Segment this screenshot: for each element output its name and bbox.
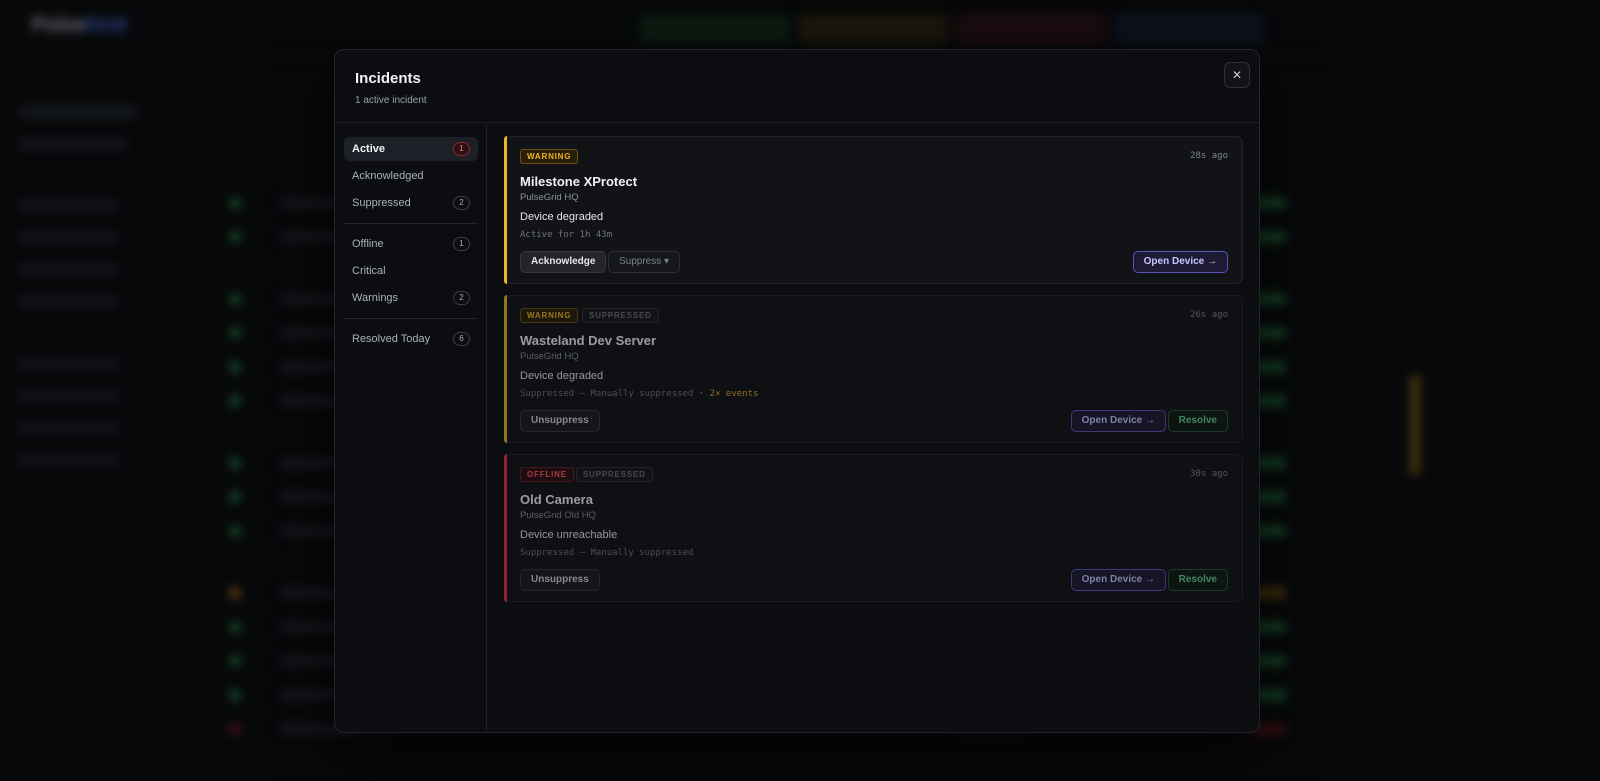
unsuppress-button[interactable]: Unsuppress [520,410,600,432]
severity-badge: WARNING [520,149,579,164]
unsuppress-button[interactable]: Unsuppress [520,569,600,591]
nav-item-label: Resolved Today [352,333,431,345]
acknowledge-button[interactable]: Acknowledge [520,251,607,273]
suppressed-badge: SUPPRESSED [576,467,653,482]
nav-item-acknowledged[interactable]: Acknowledged [344,164,478,188]
incident-card: WARNING 28s ago Milestone XProtect Pulse… [504,136,1243,284]
background-scroll-marker [1410,375,1420,475]
severity-accent-bar [504,295,507,443]
incident-detail: Suppressed — Manually suppressed [520,548,694,558]
nav-item-label: Warnings [352,292,399,304]
nav-item-label: Acknowledged [352,170,424,182]
open-device-button[interactable]: Open Device → [1070,410,1166,432]
device-name: Wasteland Dev Server [520,333,657,348]
nav-item-warnings[interactable]: Warnings 2 [344,286,478,310]
nav-item-label: Suppressed [352,197,411,209]
device-org: PulseGrid HQ [520,351,579,362]
open-device-button[interactable]: Open Device → [1132,251,1228,273]
event-count: · 2× events [693,389,759,399]
close-icon[interactable]: ✕ [1224,62,1250,88]
incident-time: 26s ago [1190,310,1228,320]
app-logo: PulseGrid [32,14,127,36]
incident-card: WARNING SUPPRESSED 26s ago Wasteland Dev… [504,295,1243,443]
device-org: PulseGrid Old HQ [520,510,597,521]
nav-item-count: 1 [453,142,470,156]
incidents-modal: Incidents 1 active incident ✕ Active 1 A… [334,49,1260,733]
nav-item-critical[interactable]: Critical [344,259,478,283]
nav-item-resolved-today[interactable]: Resolved Today 6 [344,327,478,351]
background-topbar: PulseGrid [0,0,1600,56]
suppress-dropdown-button[interactable]: Suppress ▾ [608,251,681,273]
severity-badge: WARNING [520,308,579,323]
suppressed-badge: SUPPRESSED [582,308,659,323]
severity-badge: OFFLINE [520,467,574,482]
incident-detail: Active for 1h 43m [520,230,613,240]
incident-detail: Suppressed — Manually suppressed · 2× ev… [520,389,758,399]
nav-item-active[interactable]: Active 1 [344,137,478,161]
background-sidebar [0,56,170,781]
modal-title: Incidents [355,70,421,87]
modal-subtitle: 1 active incident [355,95,427,106]
status-pills [640,14,1264,44]
nav-item-count: 2 [453,196,470,210]
nav-item-label: Offline [352,238,384,250]
severity-accent-bar [504,454,507,602]
nav-item-count: 1 [453,237,470,251]
incident-time: 28s ago [1190,151,1228,161]
background-right-panel [1395,56,1600,781]
incident-status: Device unreachable [520,529,618,541]
nav-item-offline[interactable]: Offline 1 [344,232,478,256]
nav-divider [344,223,478,224]
incident-time: 30s ago [1190,469,1228,479]
nav-item-count: 2 [453,291,470,305]
device-name: Old Camera [520,492,593,507]
incident-detail-text: Suppressed — Manually suppressed [520,389,694,399]
severity-accent-bar [504,136,507,284]
modal-header: Incidents 1 active incident ✕ [335,50,1259,123]
incident-status: Device degraded [520,211,604,223]
incident-filter-nav: Active 1 Acknowledged Suppressed 2 Offli… [335,123,487,732]
resolve-button[interactable]: Resolve [1167,410,1228,432]
incident-card: OFFLINE SUPPRESSED 30s ago Old Camera Pu… [504,454,1243,602]
open-device-button[interactable]: Open Device → [1070,569,1166,591]
nav-item-count: 6 [453,332,470,346]
nav-item-label: Active [352,143,386,155]
nav-divider [344,318,478,319]
device-name: Milestone XProtect [520,174,638,189]
nav-item-suppressed[interactable]: Suppressed 2 [344,191,478,215]
device-org: PulseGrid HQ [520,192,579,203]
resolve-button[interactable]: Resolve [1167,569,1228,591]
incident-status: Device degraded [520,370,604,382]
nav-item-label: Critical [352,265,386,277]
